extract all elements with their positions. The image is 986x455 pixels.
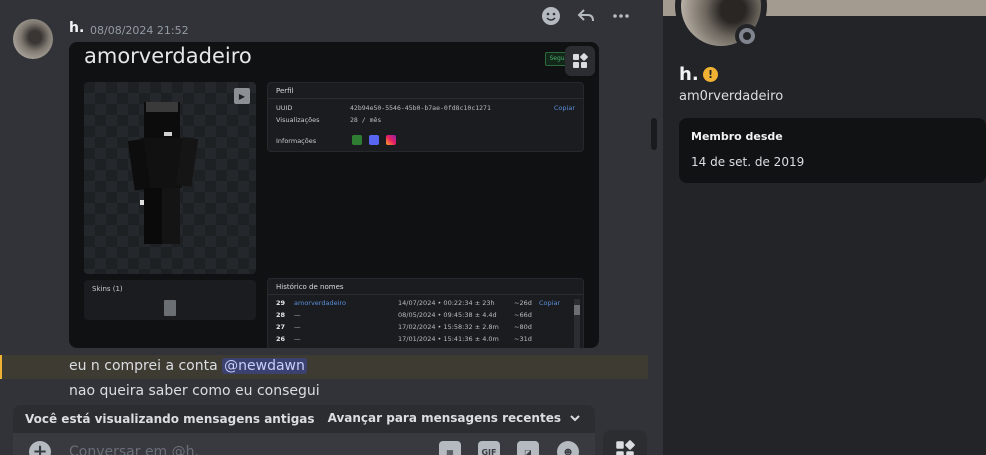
history-ago: ~80d xyxy=(514,323,532,331)
old-messages-notice: Você está visualizando mensagens antigas xyxy=(25,412,315,426)
history-num: 27 xyxy=(276,323,286,331)
history-name: amorverdadeiro xyxy=(294,299,346,307)
warning-icon[interactable]: ! xyxy=(703,67,718,82)
history-copy-link: Copiar xyxy=(539,299,561,307)
user-profile-panel: h. ! am0rverdadeiro Membro desde 14 de s… xyxy=(663,0,986,455)
chat-area: h. 08/08/2024 21:52 amorverdadeiro Segu … xyxy=(0,0,657,455)
member-since-label: Membro desde xyxy=(691,130,783,143)
perfil-title: Perfil xyxy=(268,83,583,99)
profile-display-name: h. xyxy=(679,64,699,85)
user-mention[interactable]: @newdawn xyxy=(222,358,307,374)
old-messages-bar: Você está visualizando mensagens antigas… xyxy=(13,405,595,433)
history-name: — xyxy=(294,311,301,319)
gif-button[interactable]: GIF xyxy=(478,441,500,455)
history-row: 27 — 17/02/2024 • 15:58:32 ± 2.8m ~80d xyxy=(276,323,566,333)
message-input[interactable] xyxy=(69,441,429,455)
upload-plus-button[interactable]: + xyxy=(29,441,51,455)
skin-thumbnail xyxy=(164,300,176,316)
message-text: eu n comprei a conta xyxy=(69,358,223,374)
perfil-panel: Perfil UUID 42b94e50-5546-45b0-b7ae-0fd8… xyxy=(267,82,584,152)
discord-icon xyxy=(369,135,379,145)
jump-to-present-button[interactable]: Avançar para mensagens recentes xyxy=(328,411,581,425)
name-history-panel: Histórico de nomes 29 amorverdadeiro 14/… xyxy=(267,278,584,348)
profile-username: am0rverdadeiro xyxy=(679,89,784,104)
emoji-icon xyxy=(542,7,561,25)
history-row: 29 amorverdadeiro 14/07/2024 • 00:22:34 … xyxy=(276,299,566,309)
history-ago: ~31d xyxy=(514,335,532,343)
chat-scrollbar[interactable] xyxy=(651,118,657,150)
history-num: 26 xyxy=(276,335,286,343)
history-num: 28 xyxy=(276,311,286,319)
skins-label: Skins (1) xyxy=(92,285,123,293)
apps-icon xyxy=(573,53,588,68)
attached-image[interactable]: amorverdadeiro Segu ▶ Skins (1) Perfil U… xyxy=(69,42,599,348)
chevron-down-icon xyxy=(570,415,580,422)
message-timestamp: 08/08/2024 21:52 xyxy=(90,24,189,37)
jump-label: Avançar para mensagens recentes xyxy=(327,411,561,425)
message-line: nao queira saber como eu consegui xyxy=(69,383,320,399)
reply-button[interactable] xyxy=(572,2,600,30)
uuid-value: 42b94e50-5546-45b0-b7ae-0fd8c10c1271 xyxy=(350,104,491,112)
sticker-icon[interactable]: ◪ xyxy=(517,441,539,455)
add-reaction-button[interactable] xyxy=(537,2,565,30)
history-name: — xyxy=(294,323,301,331)
emoji-picker-icon[interactable]: ☻ xyxy=(557,441,579,455)
embed-site-title: amorverdadeiro xyxy=(84,44,252,68)
uuid-label: UUID xyxy=(276,104,293,112)
message-composer: + ▦ GIF ◪ ☻ xyxy=(13,433,595,455)
app-launcher-button[interactable] xyxy=(603,430,647,455)
gift-icon[interactable]: ▦ xyxy=(439,441,461,455)
instagram-icon xyxy=(386,135,396,145)
member-since-card: Membro desde 14 de set. de 2019 xyxy=(679,118,986,183)
history-date: 17/02/2024 • 15:58:32 ± 2.8m xyxy=(398,323,499,331)
author-avatar[interactable] xyxy=(13,19,53,59)
uuid-copy-link: Copiar xyxy=(553,104,575,112)
portugal-flag-icon xyxy=(352,135,362,145)
history-date: 08/05/2024 • 09:45:38 ± 4.4d xyxy=(398,311,497,319)
history-row: 28 — 08/05/2024 • 09:45:38 ± 4.4d ~66d xyxy=(276,311,566,321)
history-num: 29 xyxy=(276,299,286,307)
info-label: Informações xyxy=(276,137,317,145)
more-options-button[interactable] xyxy=(607,2,635,30)
message-line: eu n comprei a conta @newdawn xyxy=(69,358,307,374)
open-in-app-button[interactable] xyxy=(565,46,595,76)
history-row: 26 — 17/01/2024 • 15:41:36 ± 4.0m ~31d xyxy=(276,335,566,345)
message-hover-toolbar xyxy=(534,0,638,32)
reply-icon xyxy=(577,9,594,22)
views-label: Visualizações xyxy=(276,116,320,124)
history-ago: ~66d xyxy=(514,311,532,319)
history-name: — xyxy=(294,335,301,343)
history-date: 14/07/2024 • 00:22:34 ± 23h xyxy=(398,299,495,307)
member-since-date: 14 de set. de 2019 xyxy=(691,155,805,169)
offline-status-icon xyxy=(739,28,755,44)
skin-preview: ▶ xyxy=(84,82,256,274)
views-value: 28 / mês xyxy=(350,116,382,124)
author-username[interactable]: h. xyxy=(69,20,84,36)
history-scrollbar xyxy=(574,299,580,348)
history-ago: ~26d xyxy=(514,299,532,307)
minecraft-skin-figure xyxy=(127,102,199,244)
apps-icon xyxy=(616,440,635,455)
history-date: 17/01/2024 • 15:41:36 ± 4.0m xyxy=(398,335,499,343)
history-title: Histórico de nomes xyxy=(268,279,583,295)
skins-panel: Skins (1) xyxy=(84,280,256,320)
more-dots-icon xyxy=(612,14,629,18)
